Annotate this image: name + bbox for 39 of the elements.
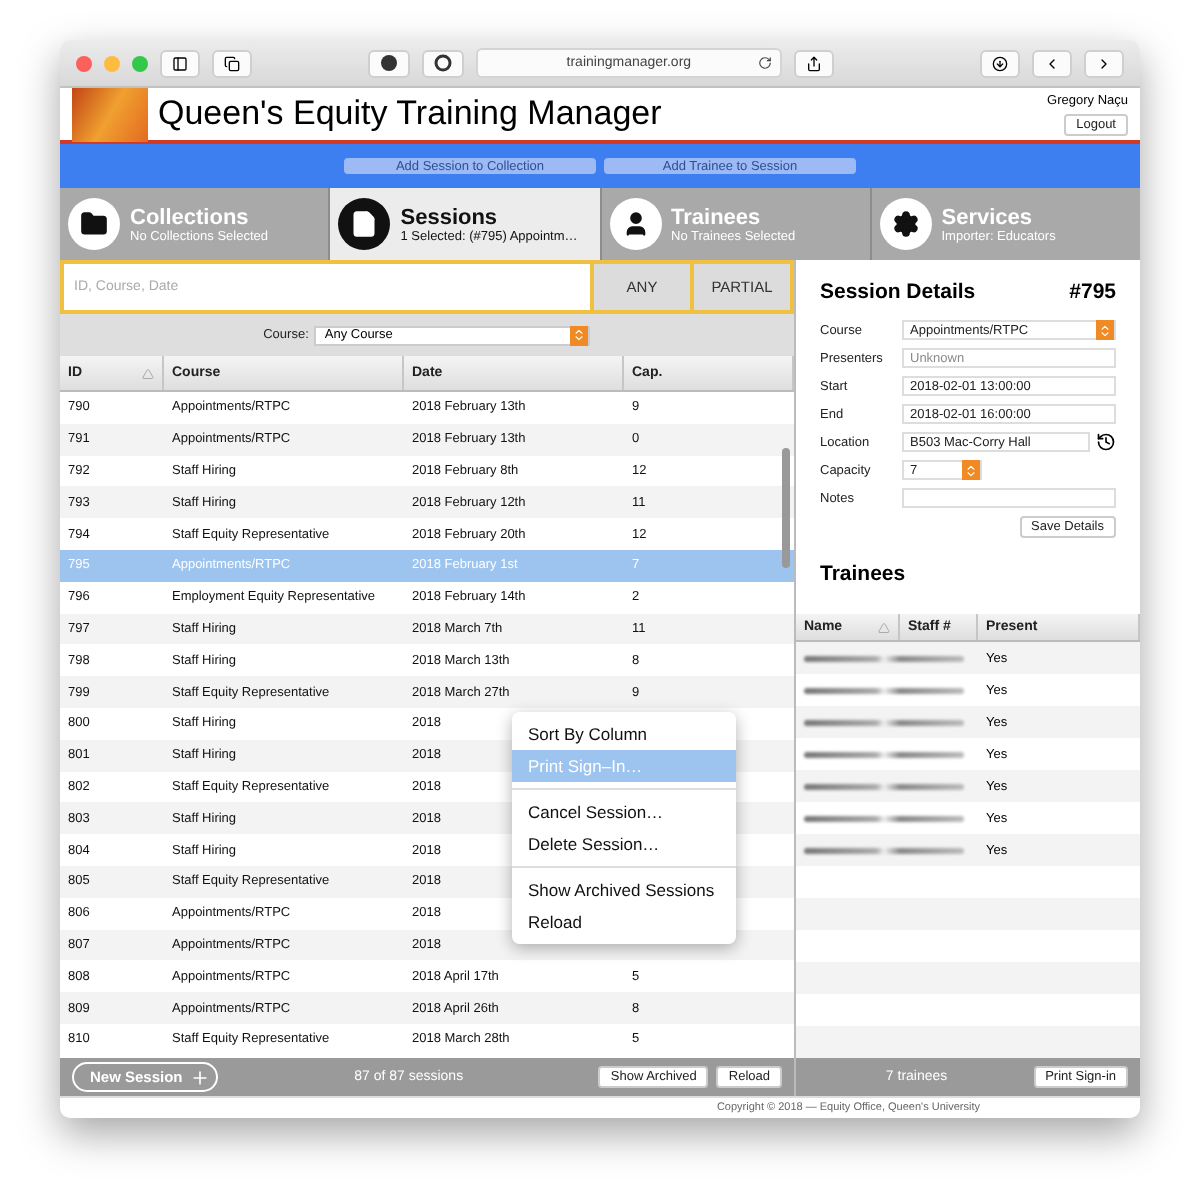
- extension-button[interactable]: [421, 49, 464, 77]
- details-title: Session Details: [820, 280, 976, 304]
- chevron-left-icon: [1044, 55, 1060, 71]
- person-icon: [609, 198, 661, 250]
- stepper-icon: [1096, 320, 1114, 340]
- downloads-button[interactable]: [980, 49, 1020, 77]
- share-icon: [806, 55, 823, 71]
- dot-icon: [379, 54, 398, 72]
- trainees-title: Trainees: [820, 562, 908, 586]
- share-button[interactable]: [794, 49, 835, 77]
- scrollbar[interactable]: [782, 448, 790, 568]
- sort-icon: [878, 621, 890, 633]
- back-button[interactable]: [1032, 49, 1072, 77]
- chevron-right-icon: [1096, 55, 1112, 71]
- reload-icon[interactable]: [758, 56, 773, 70]
- input-field[interactable]: [902, 488, 1116, 508]
- tab-title: Sessions: [400, 205, 500, 229]
- tab-title: Trainees: [671, 205, 763, 229]
- plus-icon: [190, 1067, 211, 1087]
- settings-icon: [879, 198, 932, 250]
- tabs-icon: [224, 55, 240, 71]
- stepper-icon: [962, 460, 980, 480]
- download-icon: [992, 55, 1008, 71]
- tabs-button[interactable]: [212, 49, 252, 77]
- document-icon: [338, 198, 391, 250]
- tab-title: Services: [941, 205, 1035, 229]
- sidebar-icon: [172, 55, 188, 71]
- session-number: #795: [1069, 280, 1116, 304]
- sort-icon: [142, 367, 154, 379]
- app-title: Queen's Equity Training Manager: [158, 94, 664, 134]
- sidebar-button[interactable]: [160, 49, 200, 77]
- folder-icon: [68, 198, 120, 250]
- ring-icon: [433, 54, 452, 72]
- forward-button[interactable]: [1084, 49, 1124, 77]
- logo-artwork: [72, 87, 148, 141]
- tab-title: Collections: [130, 205, 251, 229]
- stepper-icon: [570, 325, 589, 345]
- history-icon[interactable]: [1096, 432, 1116, 452]
- extension-button[interactable]: [367, 49, 410, 77]
